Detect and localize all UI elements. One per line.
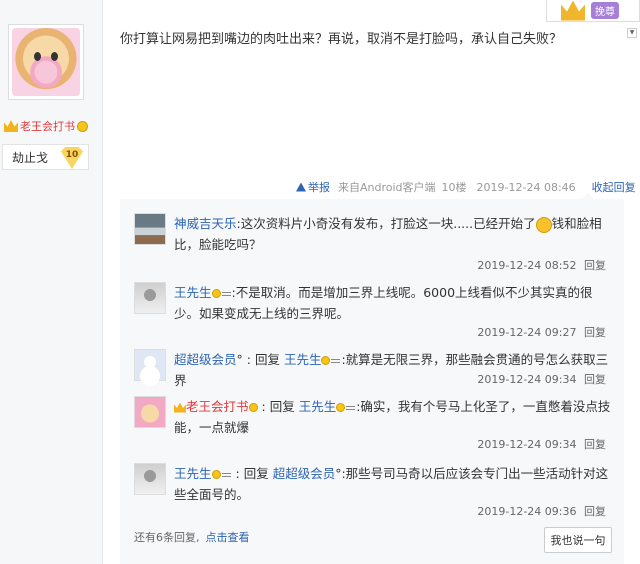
reply-body: 神威吉天乐:这次资料片小奇没有发布，打脸这一块.....已经开始了 钱和脸相比，脸… (174, 213, 614, 255)
user-badge-icons (211, 288, 232, 299)
add-reply-button[interactable]: 我也说一句 (544, 527, 612, 553)
smiley-icon (211, 288, 221, 298)
reply-target-user[interactable]: 王先生 (284, 352, 322, 367)
hand-icon (331, 358, 341, 363)
top-badge: 挽尊 (546, 0, 640, 22)
collapse-replies-link[interactable]: 收起回复 (592, 179, 636, 195)
more-replies: 还有6条回复, 点击查看 (134, 529, 250, 545)
user-badge-icons (336, 402, 356, 413)
reply-user[interactable]: 神威吉天乐 (174, 216, 237, 231)
avatar[interactable] (134, 213, 166, 245)
more-replies-text: 还有6条回复, (134, 531, 200, 544)
reply-user[interactable]: 王先生 (174, 466, 212, 481)
save-badge[interactable]: 挽尊 (591, 2, 619, 19)
crown-icon (174, 402, 186, 413)
post-floor: 10楼 (441, 181, 467, 194)
avatar[interactable] (134, 349, 166, 381)
hand-icon (346, 405, 356, 410)
author-avatar[interactable] (8, 24, 84, 100)
crown-icon (561, 0, 585, 21)
level-badge: 10 (61, 147, 83, 169)
reply-button[interactable]: 回复 (584, 438, 606, 451)
reply-word: 回复 (243, 466, 269, 481)
smiley-icon (535, 216, 552, 233)
hand-icon (221, 472, 231, 477)
reply-time-row: 2019-12-24 09:27 回复 (477, 324, 606, 340)
reply-time: 2019-12-24 08:52 (477, 259, 577, 272)
reply-box: 神威吉天乐:这次资料片小奇没有发布，打脸这一块.....已经开始了 钱和脸相比，脸… (120, 193, 624, 564)
avatar[interactable] (134, 463, 166, 495)
reply-button[interactable]: 回复 (584, 259, 606, 272)
user-suffix: ° (236, 352, 243, 367)
author-name[interactable]: 老王会打书 (20, 118, 75, 134)
reply-target-user[interactable]: 王先生 (299, 399, 337, 414)
smiley-icon (321, 355, 331, 365)
report-button[interactable]: 举报 (296, 179, 330, 195)
reply-text: :这次资料片小奇没有发布，打脸这一块.....已经开始了 (236, 216, 536, 231)
reply-text: :那些号司马奇以后应该会专门出一些活动针对这些全面号的。 (174, 466, 609, 502)
crown-icon (4, 120, 18, 132)
post-source: 来自Android客户端 (338, 181, 436, 194)
reply-time: 2019-12-24 09:36 (477, 505, 577, 518)
reply-user[interactable]: 老王会打书 (186, 399, 249, 414)
smiley-icon (336, 402, 346, 412)
reply-word: 回复 (254, 352, 280, 367)
author-column: 老王会打书 劫止戈 10 (0, 0, 103, 564)
reply-time-row: 2019-12-24 09:36 回复 (477, 503, 606, 519)
post-time: 2019-12-24 08:46 (476, 180, 576, 194)
smiley-icon (248, 403, 258, 412)
reply-time: 2019-12-24 09:27 (477, 326, 577, 339)
chevron-down-icon[interactable]: ▼ (627, 28, 637, 38)
post-content: 你打算让网易把到嘴边的肉吐出来？再说，取消不是打脸吗，承认自己失败？ (120, 32, 563, 47)
user-badge-icons (321, 355, 341, 366)
reply-time-row: 2019-12-24 08:52 回复 (477, 257, 606, 273)
hand-icon (221, 291, 231, 296)
user-badge-icons (211, 469, 232, 480)
reply-body: 老王会打书 : 回复 王先生:确实，我有个号马上化圣了，一直憋着没点技能，一点就… (174, 399, 611, 435)
reply-body: 王先生:不是取消。而是增加三界上线呢。6000上线看似不少其实真的很少。如果变成… (174, 282, 614, 324)
reply-time-row: 2019-12-24 09:34 回复 (477, 436, 606, 452)
more-replies-link[interactable]: 点击查看 (206, 531, 250, 544)
reply-target-user[interactable]: 超超级会员 (273, 466, 336, 481)
author-line: 老王会打书 (4, 118, 88, 134)
reply-user[interactable]: 王先生 (174, 285, 212, 300)
reply-user[interactable]: 超超级会员 (174, 352, 237, 367)
reply-button[interactable]: 回复 (584, 505, 606, 518)
level-name: 劫止戈 (12, 150, 49, 165)
avatar[interactable] (134, 396, 166, 428)
reply-time-row: 2019-12-24 09:34 回复 (477, 371, 606, 387)
reply-word: 回复 (269, 399, 295, 414)
reply-time: 2019-12-24 09:34 (477, 438, 577, 451)
avatar[interactable] (134, 282, 166, 314)
smiley-icon (77, 120, 88, 132)
save-badge-label: 挽尊 (595, 7, 615, 18)
smiley-icon (211, 469, 221, 479)
reply-time: 2019-12-24 09:34 (477, 373, 577, 386)
level-box: 劫止戈 10 (2, 144, 89, 170)
reply-body: 王先生 : 回复 超超级会员°:那些号司马奇以后应该会专门出一些活动针对这些全面… (174, 466, 609, 502)
warning-icon (296, 182, 306, 192)
report-label: 举报 (308, 181, 330, 194)
reply-text: :不是取消。而是增加三界上线呢。6000上线看似不少其实真的很少。如果变成无上线… (174, 285, 593, 321)
reply-button[interactable]: 回复 (584, 326, 606, 339)
reply-button[interactable]: 回复 (584, 373, 606, 386)
